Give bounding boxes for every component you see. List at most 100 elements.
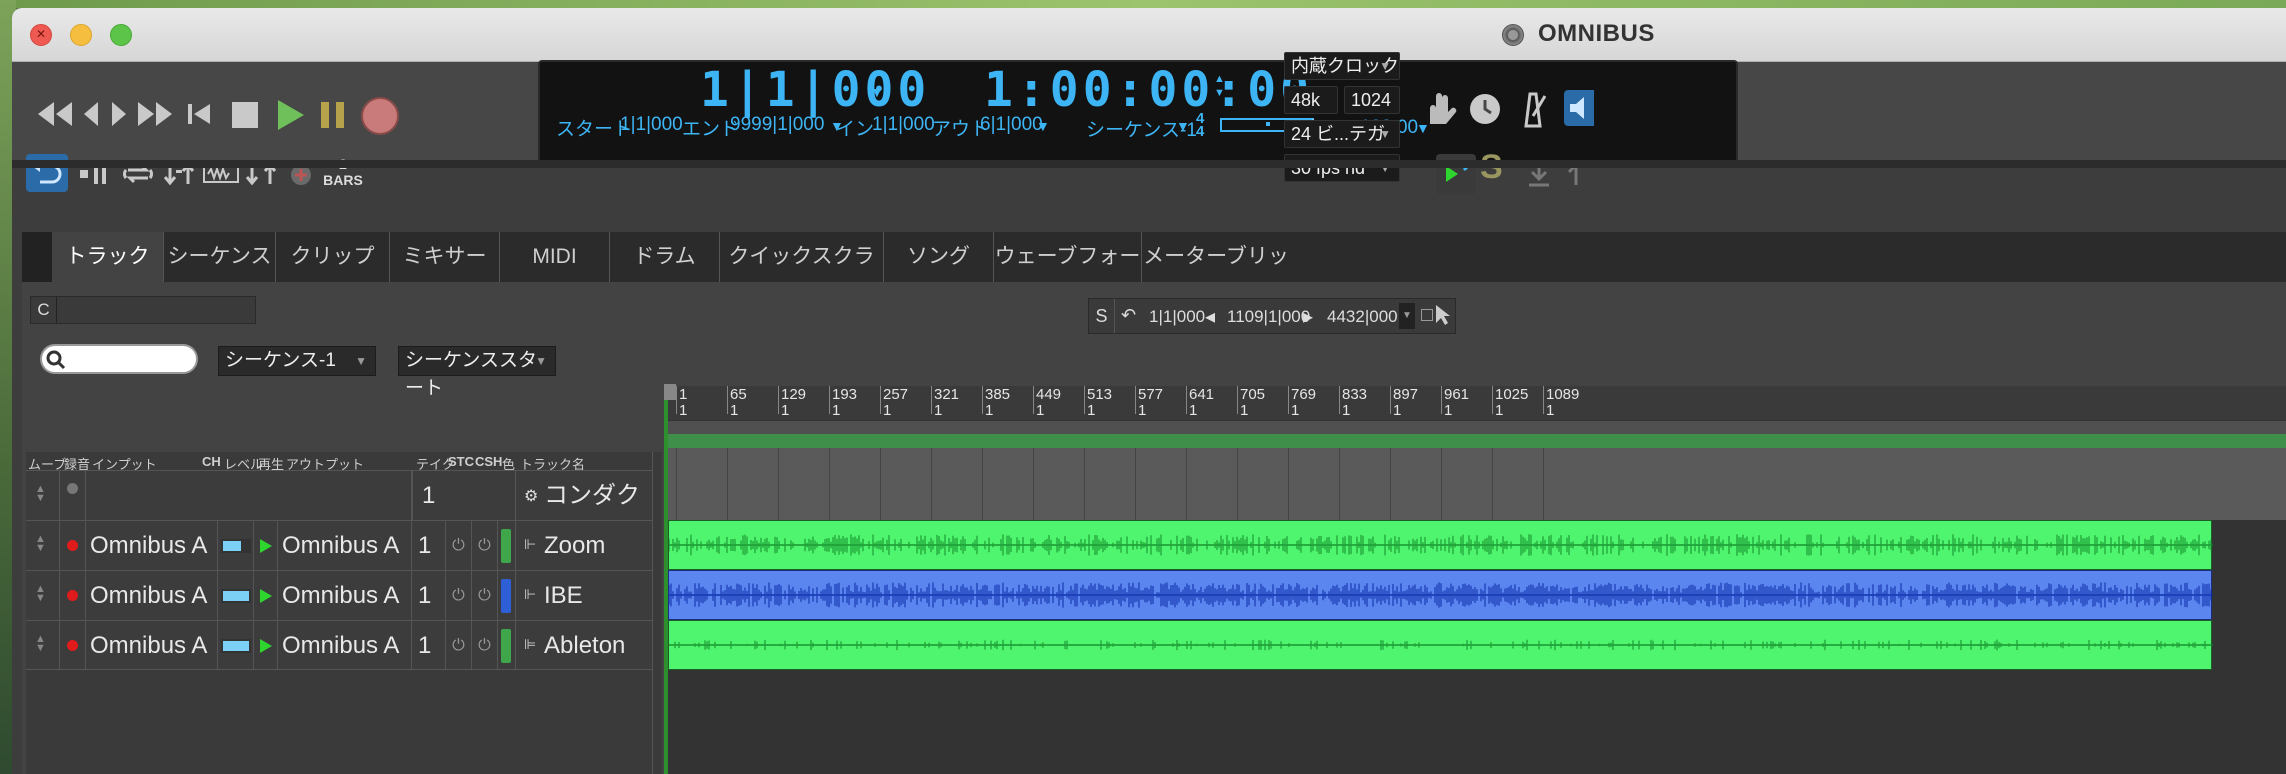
- close-window-button[interactable]: [30, 24, 52, 46]
- forward-button[interactable]: [110, 100, 130, 133]
- pause-button[interactable]: [318, 100, 348, 135]
- start-value[interactable]: 1|1|000: [620, 114, 683, 136]
- position-slider-thumb[interactable]: [1266, 122, 1270, 126]
- move-handle[interactable]: ▲ ▼: [26, 521, 60, 571]
- filter-label[interactable]: C: [31, 297, 57, 323]
- csh-toggle[interactable]: ⏻: [472, 521, 498, 571]
- move-handle[interactable]: ▲ ▼: [26, 621, 60, 671]
- main-counter-dropdown-icon[interactable]: ▼: [870, 84, 884, 100]
- playhead[interactable]: [664, 386, 668, 774]
- move-handle[interactable]: ▲ ▼: [26, 471, 60, 521]
- track-output[interactable]: Omnibus A 3-4: [278, 571, 412, 659]
- track-list-divider[interactable]: [652, 452, 662, 774]
- timeline-position-2[interactable]: 1109|1|000: [1227, 307, 1310, 327]
- metronome-button[interactable]: [1516, 90, 1550, 133]
- move-handle[interactable]: ▲ ▼: [26, 571, 60, 621]
- play-enable-button[interactable]: [254, 621, 278, 671]
- meter-display[interactable]: 4 4: [1196, 111, 1204, 139]
- rec-arm-button[interactable]: [60, 521, 86, 571]
- timeline-ruler[interactable]: 1 1 65 1 129 1 193 1 257 1 321 1 385 1 449 1 513 1 577 1 641…: [668, 386, 2286, 420]
- csh-toggle[interactable]: ⏻: [472, 621, 498, 671]
- stc-toggle[interactable]: ⏻: [446, 571, 472, 621]
- out-dropdown-icon[interactable]: ▼: [1036, 118, 1050, 134]
- out-value[interactable]: 6|1|000: [980, 114, 1043, 136]
- in-value[interactable]: 1|1|000: [872, 114, 935, 136]
- rec-cell[interactable]: [60, 471, 86, 521]
- timeline-position-3[interactable]: 4432|000: [1327, 307, 1398, 327]
- track-color[interactable]: [498, 621, 516, 671]
- chevron-down-icon[interactable]: ▼: [1399, 303, 1415, 329]
- tab-mixer[interactable]: ミキサー: [390, 232, 500, 282]
- csh-toggle[interactable]: ⏻: [472, 571, 498, 621]
- stop-button[interactable]: [230, 100, 260, 135]
- sequence-dropdown[interactable]: シーケンス-1 ▼: [218, 346, 376, 376]
- track-name[interactable]: IBE: [544, 571, 583, 621]
- track-row[interactable]: ▲▼ Omnibus A 2 Omnibus A 3-4 1 ⏻ ⏻ ⊩ IBE: [26, 570, 660, 659]
- track-filter-input[interactable]: [59, 297, 255, 323]
- secondary-counter-dropdown-icon[interactable]: ▲ ▼: [1214, 72, 1225, 100]
- play-enable-button[interactable]: [254, 521, 278, 571]
- sequence-range-bar[interactable]: [668, 434, 2286, 448]
- sequence-dropdown-icon[interactable]: ▼: [1176, 118, 1190, 134]
- pointer-icon[interactable]: [1433, 303, 1453, 327]
- audio-clip-zoom[interactable]: [668, 520, 2213, 570]
- track-color[interactable]: [498, 571, 516, 621]
- sample-rate-select[interactable]: 48k: [1284, 86, 1338, 114]
- go-to-start-button[interactable]: [186, 100, 212, 133]
- playhead-handle[interactable]: [664, 384, 676, 400]
- undo-icon[interactable]: ↶: [1121, 305, 1136, 326]
- tab-sequences[interactable]: シーケンス: [164, 232, 276, 282]
- hand-tool-button[interactable]: [1422, 88, 1458, 133]
- main-counter[interactable]: 1|1|000: [700, 62, 930, 118]
- audio-clip-ableton[interactable]: [668, 620, 2213, 670]
- track-take[interactable]: 1: [412, 571, 446, 621]
- track-input[interactable]: Omnibus A 2: [86, 571, 218, 659]
- maximize-window-button[interactable]: [110, 24, 132, 46]
- minimize-window-button[interactable]: [70, 24, 92, 46]
- track-take[interactable]: 1: [412, 621, 446, 671]
- speaker-button[interactable]: [1564, 90, 1594, 126]
- track-row[interactable]: ▲▼ Omnibus A 3-4 Omnibus A 3-4 1 ⏻ ⏻ ⊫ A…: [26, 620, 660, 709]
- rec-arm-button[interactable]: [60, 621, 86, 671]
- track-name[interactable]: Zoom: [544, 521, 605, 571]
- tab-clips[interactable]: クリップ: [276, 232, 390, 282]
- arrow-left-icon[interactable]: ◂: [1205, 304, 1215, 329]
- marker-lane[interactable]: [668, 420, 2286, 434]
- record-button[interactable]: [360, 96, 400, 141]
- track-output[interactable]: Omnibus A 3-4: [278, 521, 412, 609]
- tab-tracks[interactable]: トラック: [52, 232, 164, 282]
- arrow-right-icon[interactable]: ▸: [1303, 304, 1313, 329]
- sequence-start-dropdown[interactable]: シーケンススタート ▼: [398, 346, 556, 399]
- play-button[interactable]: [276, 98, 306, 137]
- audio-clip-ibe[interactable]: [668, 570, 2213, 620]
- stc-toggle[interactable]: ⏻: [446, 621, 472, 671]
- search-input[interactable]: [40, 344, 198, 374]
- track-input[interactable]: Omnibus A 3-4: [86, 621, 218, 709]
- track-input[interactable]: Omnibus A 1: [86, 521, 218, 609]
- track-color[interactable]: [498, 521, 516, 571]
- track-take[interactable]: 1: [412, 521, 446, 571]
- frame-rate-select[interactable]: 30 fps nd ▼: [1284, 154, 1400, 182]
- clock-button[interactable]: [1468, 92, 1502, 131]
- clock-source-select[interactable]: 内蔵クロック ▼: [1284, 52, 1400, 80]
- buffer-size-select[interactable]: 1024: [1344, 86, 1400, 114]
- timeline-s-button[interactable]: S: [1089, 299, 1115, 333]
- end-value[interactable]: 9999|1|000: [730, 114, 824, 136]
- snap-checkbox[interactable]: [1421, 309, 1433, 321]
- timeline-position-1[interactable]: 1|1|000: [1149, 307, 1205, 327]
- click-button[interactable]: [290, 164, 312, 191]
- bit-depth-select[interactable]: 24 ビ...テガー▼: [1284, 120, 1400, 170]
- tab-waveform[interactable]: ウェーブフォーム: [994, 232, 1142, 318]
- rewind-fast-button[interactable]: [34, 100, 74, 133]
- play-enable-button[interactable]: [254, 571, 278, 621]
- conductor-track-row[interactable]: ▲▼ 1 ⚙ コンダクター: [26, 470, 660, 559]
- rec-arm-button[interactable]: [60, 571, 86, 621]
- tab-song[interactable]: ソング: [884, 232, 994, 282]
- rewind-button[interactable]: [82, 100, 102, 133]
- tab-quickscribe[interactable]: クイックスクライブ: [720, 232, 884, 318]
- secondary-counter[interactable]: 1:00:00:00: [984, 62, 1313, 118]
- tab-drums[interactable]: ドラム: [610, 232, 720, 282]
- track-output[interactable]: Omnibus A 3-4: [278, 621, 412, 709]
- stc-toggle[interactable]: ⏻: [446, 521, 472, 571]
- tab-meter-bridge[interactable]: メーターブリッジ: [1142, 232, 1290, 318]
